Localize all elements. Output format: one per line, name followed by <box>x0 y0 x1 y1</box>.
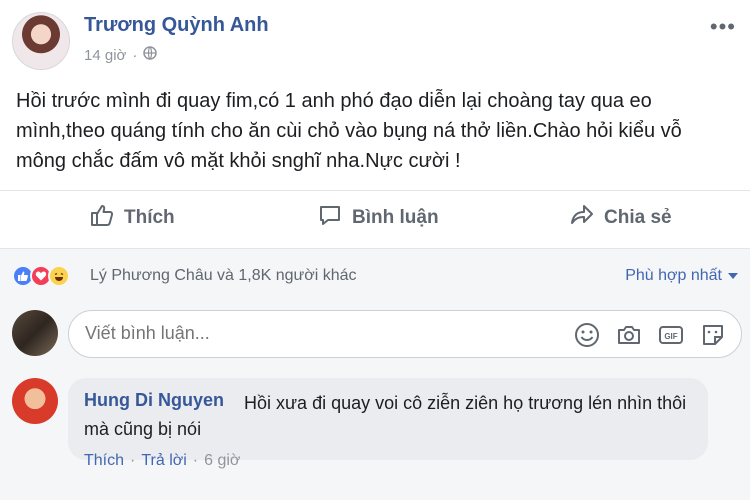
camera-icon[interactable] <box>615 321 643 354</box>
author-avatar[interactable] <box>12 12 70 70</box>
comment-box[interactable]: GIF <box>68 310 742 358</box>
sort-label: Phù hợp nhất <box>625 267 722 284</box>
comment-bubble: Hung Di Nguyen Hồi xưa đi quay voi cô zi… <box>68 378 708 460</box>
current-user-avatar <box>12 310 58 356</box>
comment-sort-dropdown[interactable]: Phù hợp nhất <box>625 267 738 285</box>
like-label: Thích <box>124 207 175 228</box>
comment-time[interactable]: 6 giờ <box>204 452 240 470</box>
action-separator: · <box>130 452 136 469</box>
comment-text: Hồi xưa đi quay voi cô ziễn ziên họ trươ… <box>84 393 687 439</box>
caret-down-icon <box>728 267 738 285</box>
post-meta: 14 giờ · <box>84 46 158 64</box>
composer-icons: GIF <box>573 321 727 354</box>
comment-input[interactable] <box>85 323 565 344</box>
sticker-icon[interactable] <box>699 321 727 354</box>
author-name[interactable]: Trương Quỳnh Anh <box>84 14 269 37</box>
comment-list: Hung Di Nguyen Hồi xưa đi quay voi cô zi… <box>0 364 750 500</box>
comment-actions: Thích · Trả lời · 6 giờ <box>84 452 240 470</box>
reaction-icons[interactable] <box>12 265 70 287</box>
post-text: Hồi trước mình đi quay fim,có 1 anh phó … <box>16 90 682 172</box>
more-options-icon[interactable]: ••• <box>710 14 736 40</box>
haha-reaction-icon <box>48 265 70 287</box>
post-action-bar: Thích Bình luận Chia sẻ <box>0 190 750 242</box>
meta-separator: · <box>132 46 138 64</box>
post-header: Trương Quỳnh Anh 14 giờ · ••• <box>0 0 750 80</box>
share-button[interactable]: Chia sẻ <box>568 201 672 235</box>
thumbs-up-icon <box>88 201 116 235</box>
comment-composer: GIF <box>0 304 750 364</box>
like-button[interactable]: Thích <box>88 201 175 235</box>
reaction-summary[interactable]: Lý Phương Châu và 1,8K người khác <box>90 267 357 285</box>
globe-icon[interactable] <box>143 46 158 64</box>
commenter-avatar[interactable] <box>12 378 58 424</box>
action-separator: · <box>192 452 199 469</box>
share-label: Chia sẻ <box>604 207 672 228</box>
emoji-icon[interactable] <box>573 321 601 354</box>
comment-reply-link[interactable]: Trả lời <box>141 452 186 470</box>
share-arrow-icon <box>568 201 596 235</box>
svg-text:GIF: GIF <box>664 332 677 341</box>
post-time[interactable]: 14 giờ <box>84 47 126 64</box>
gif-icon[interactable]: GIF <box>657 321 685 354</box>
comment-like-link[interactable]: Thích <box>84 452 124 470</box>
comment-button[interactable]: Bình luận <box>316 201 439 235</box>
comment-bubble-icon <box>316 201 344 235</box>
reactions-bar: Lý Phương Châu và 1,8K người khác Phù hợ… <box>0 248 750 304</box>
comment-label: Bình luận <box>352 207 439 228</box>
